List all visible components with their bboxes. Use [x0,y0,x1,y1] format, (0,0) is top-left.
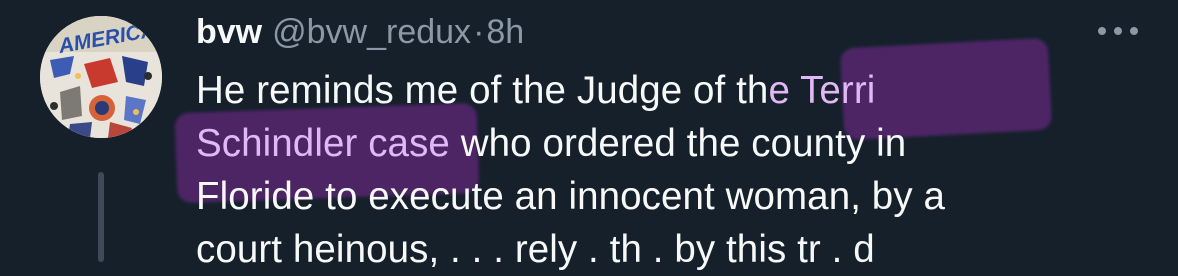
display-name[interactable]: bvw [196,13,262,52]
tweet-text-line: He reminds me of the Judge of the Terri [196,69,876,112]
tweet-header: bvw @bvw_redux · 8h [196,4,524,60]
thread-line [98,172,104,262]
highlighted-text: Schindler case [196,122,450,165]
more-horizontal-icon[interactable] [1098,24,1138,38]
avatar[interactable]: AMERICA [40,16,162,138]
tweet[interactable]: AMERICA bvw @bvw_redux · 8h He reminds m… [0,0,1178,271]
highlighted-text: e Terri [768,69,876,112]
tweet-text-line: Floride to execute an innocent woman, by… [196,175,945,218]
avatar-image: AMERICA [40,16,162,138]
tweet-text-line: court heinous, . . . rely . th . by this… [196,228,875,271]
timestamp[interactable]: 8h [486,13,524,52]
user-handle[interactable]: @bvw_redux [272,13,471,52]
separator-dot: · [473,12,485,51]
tweet-text: He reminds me of the Judge of the Terri … [196,64,1156,276]
tweet-text-line: Schindler case who ordered the county in [196,122,907,165]
